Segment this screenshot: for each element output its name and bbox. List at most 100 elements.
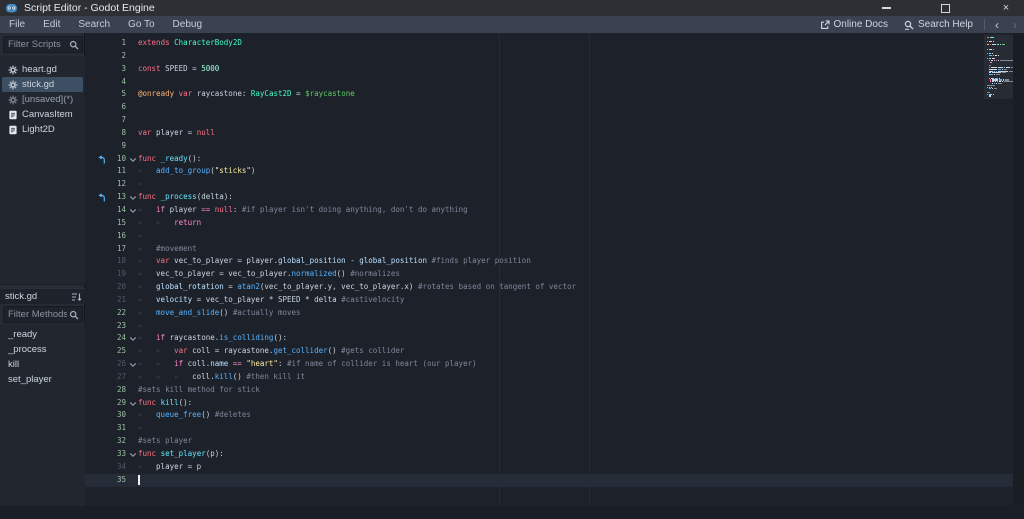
code-line[interactable]: extends CharacterBody2D — [138, 37, 242, 50]
filter-methods-input[interactable] — [4, 309, 69, 320]
code-line[interactable]: » move_and_slide() #actually moves — [138, 307, 301, 320]
line-number[interactable]: 33 — [93, 448, 126, 461]
close-button-icon[interactable]: × — [999, 1, 1013, 15]
code-line[interactable]: » — [138, 320, 156, 333]
code-line[interactable]: » if raycastone.is_colliding(): — [138, 332, 287, 345]
fold-arrow-icon[interactable] — [129, 400, 137, 408]
code-editor[interactable]: 1 extends CharacterBody2D 2 3 const SPEED = … — [85, 33, 1024, 506]
line-number[interactable]: 5 — [93, 88, 126, 101]
code-line[interactable]: » global_rotation = atan2(vec_to_player.y… — [138, 281, 576, 294]
method-item-ready[interactable]: _ready — [2, 327, 83, 342]
line-number[interactable]: 4 — [93, 76, 126, 89]
code-line[interactable]: »» var coll = raycastone.get_collider() #… — [138, 345, 404, 358]
code-line[interactable]: #sets player — [138, 435, 192, 448]
code-line-row[interactable]: 30 » queue_free() #deletes — [85, 409, 1013, 422]
code-line[interactable]: const SPEED = 5000 — [138, 63, 219, 76]
method-item-process[interactable]: _process — [2, 342, 83, 357]
search-help-button[interactable]: Search Help — [896, 19, 981, 30]
code-line[interactable]: func _process(delta): — [138, 191, 233, 204]
maximize-button-icon[interactable] — [941, 4, 950, 13]
line-number[interactable]: 28 — [93, 384, 126, 397]
code-line-row[interactable]: 24 » if raycastone.is_colliding(): — [85, 332, 1013, 345]
code-line[interactable]: » if player == null: #if player isn't doi… — [138, 204, 468, 217]
line-number[interactable]: 8 — [93, 127, 126, 140]
line-number[interactable]: 22 — [93, 307, 126, 320]
code-line-row[interactable]: 23 » — [85, 320, 1013, 333]
minimize-button-icon[interactable] — [882, 7, 891, 9]
code-line[interactable]: » queue_free() #deletes — [138, 409, 251, 422]
code-line-row[interactable]: 20 » global_rotation = atan2(vec_to_player… — [85, 281, 1013, 294]
code-line[interactable]: » var vec_to_player = player.global_posit… — [138, 255, 531, 268]
line-number[interactable]: 27 — [93, 371, 126, 384]
line-number[interactable]: 15 — [93, 217, 126, 230]
code-line-row[interactable]: 21 » velocity = vec_to_player * SPEED * de… — [85, 294, 1013, 307]
code-line-row[interactable]: 4 — [85, 76, 1013, 89]
code-line-row[interactable]: 14 » if player == null: #if player isn't d… — [85, 204, 1013, 217]
menu-search[interactable]: Search — [69, 16, 119, 33]
line-number[interactable]: 7 — [93, 114, 126, 127]
menu-go-to[interactable]: Go To — [119, 16, 164, 33]
line-number[interactable]: 31 — [93, 422, 126, 435]
code-line-row[interactable]: 22 » move_and_slide() #actually moves — [85, 307, 1013, 320]
minimap[interactable] — [984, 33, 1015, 506]
script-item--unsaved-[interactable]: [unsaved](*) — [2, 92, 83, 107]
line-number[interactable]: 6 — [93, 101, 126, 114]
line-number[interactable]: 29 — [93, 397, 126, 410]
script-item-canvasitem[interactable]: CanvasItem — [2, 107, 83, 122]
line-number[interactable]: 32 — [93, 435, 126, 448]
method-item-kill[interactable]: kill — [2, 357, 83, 372]
code-line-row[interactable]: 11 » add_to_group("sticks") — [85, 165, 1013, 178]
line-number[interactable]: 13 — [93, 191, 126, 204]
code-line[interactable]: »» return — [138, 217, 201, 230]
menu-debug[interactable]: Debug — [164, 16, 211, 33]
code-line-row[interactable]: 34 » player = p — [85, 461, 1013, 474]
line-number[interactable]: 9 — [93, 140, 126, 153]
menu-file[interactable]: File — [0, 16, 34, 33]
script-item-heart-gd[interactable]: heart.gd — [2, 62, 83, 77]
code-line[interactable]: func _ready(): — [138, 153, 201, 166]
vertical-scrollbar[interactable] — [1013, 33, 1024, 506]
line-number[interactable]: 25 — [93, 345, 126, 358]
line-number[interactable]: 3 — [93, 63, 126, 76]
code-line-row[interactable]: 16 » — [85, 230, 1013, 243]
code-line-row[interactable]: 32 #sets player — [85, 435, 1013, 448]
fold-arrow-icon[interactable] — [129, 194, 137, 202]
code-line-row[interactable]: 10 func _ready(): — [85, 153, 1013, 166]
code-line[interactable]: func kill(): — [138, 397, 192, 410]
code-line[interactable]: » — [138, 230, 156, 243]
fold-arrow-icon[interactable] — [129, 207, 137, 215]
line-number[interactable]: 23 — [93, 320, 126, 333]
line-number[interactable]: 21 — [93, 294, 126, 307]
line-number[interactable]: 30 — [93, 409, 126, 422]
sort-methods-icon[interactable] — [71, 292, 82, 302]
code-line-row[interactable]: 29 func kill(): — [85, 397, 1013, 410]
code-line-row[interactable]: 3 const SPEED = 5000 — [85, 63, 1013, 76]
line-number[interactable]: 1 — [93, 37, 126, 50]
code-line[interactable]: #sets kill method for stick — [138, 384, 260, 397]
code-line-row[interactable]: 18 » var vec_to_player = player.global_pos… — [85, 255, 1013, 268]
code-line-row[interactable]: 8 var player = null — [85, 127, 1013, 140]
code-line-row[interactable]: 12 » — [85, 178, 1013, 191]
line-number[interactable]: 26 — [93, 358, 126, 371]
line-number[interactable]: 17 — [93, 243, 126, 256]
line-number[interactable]: 16 — [93, 230, 126, 243]
history-back-button[interactable]: ‹ — [988, 17, 1006, 33]
code-line-row[interactable]: 27»»» coll.kill() #then kill it — [85, 371, 1013, 384]
line-number[interactable]: 14 — [93, 204, 126, 217]
code-line[interactable]: » add_to_group("sticks") — [138, 165, 255, 178]
code-line-row[interactable]: 13 func _process(delta): — [85, 191, 1013, 204]
line-number[interactable]: 2 — [93, 50, 126, 63]
code-line[interactable]: »» if coll.name == "heart": #if name of c… — [138, 358, 477, 371]
code-line[interactable]: func set_player(p): — [138, 448, 224, 461]
line-number[interactable]: 19 — [93, 268, 126, 281]
code-line-row[interactable]: 6 — [85, 101, 1013, 114]
history-forward-button[interactable]: › — [1006, 17, 1024, 33]
online-docs-button[interactable]: Online Docs — [812, 19, 896, 30]
code-line[interactable]: » — [138, 178, 156, 191]
code-line[interactable]: » velocity = vec_to_player * SPEED * delt… — [138, 294, 404, 307]
line-number[interactable]: 35 — [93, 474, 126, 487]
code-line-row[interactable]: 26 »» if coll.name == "heart": #if name of… — [85, 358, 1013, 371]
fold-arrow-icon[interactable] — [129, 451, 137, 459]
code-line-row[interactable]: 35 — [85, 473, 1013, 487]
code-line[interactable]: var player = null — [138, 127, 215, 140]
